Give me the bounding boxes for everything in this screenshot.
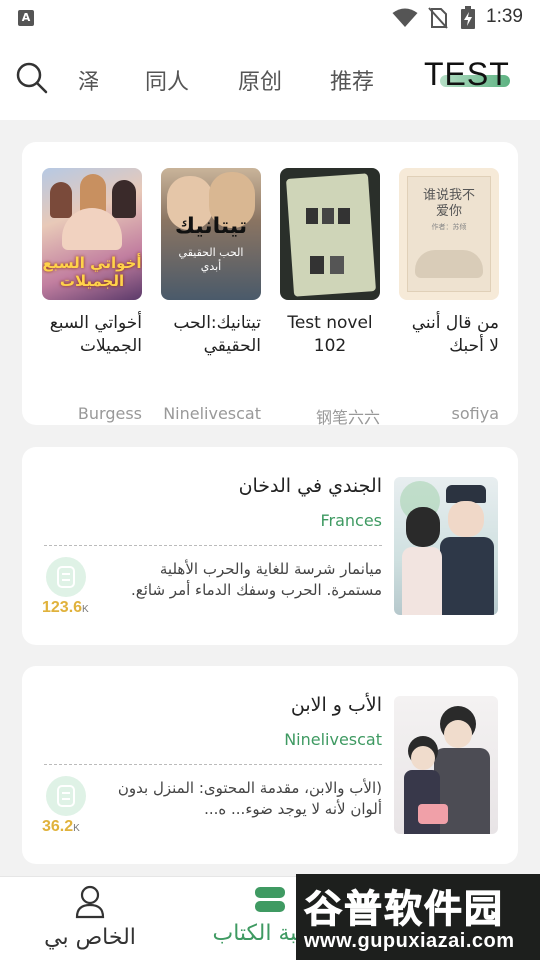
divider <box>44 545 382 546</box>
book-title: Test novel 102 <box>287 313 373 356</box>
status-bar: A 1:39 <box>0 0 540 36</box>
book-author: Frances <box>320 511 382 530</box>
cover-subtitle: 作者：苏倾 <box>431 223 467 231</box>
book-author: Ninelivescat <box>163 404 261 423</box>
book-cover <box>394 696 498 834</box>
profile-icon <box>75 885 105 919</box>
tab-fanfic[interactable]: 同人 <box>145 64 189 96</box>
book-stats-icon <box>46 776 86 816</box>
book-author: Burgess <box>77 404 142 423</box>
cover-subtitle: الحب الحقيقي أبدي <box>178 246 244 273</box>
book-item[interactable]: Test novel 102 钢笔六六 <box>280 168 380 427</box>
read-count: 123.6K <box>42 599 89 616</box>
clock: 1:39 <box>486 6 523 27</box>
bookshelf-icon <box>255 887 285 912</box>
cover-title: أخواتي السبع الجميلات <box>42 254 142 290</box>
book-author: sofiya <box>451 404 499 423</box>
book-item[interactable]: 谁说我不爱你 作者：苏倾 من قال أنني لا أحبك sofiya <box>399 168 499 423</box>
book-title: من قال أنني لا أحبك <box>411 313 499 356</box>
notification-a-icon: A <box>18 10 34 26</box>
watermark-url: www.gupuxiazai.com <box>304 930 515 952</box>
book-title: أخواتي السبع الجميلات <box>49 313 142 356</box>
nav-profile[interactable]: الخاص بي <box>40 885 140 950</box>
book-author: Ninelivescat <box>284 730 382 749</box>
read-count: 36.2K <box>42 818 80 835</box>
book-item[interactable]: أخواتي السبع الجميلات أخواتي السبع الجمي… <box>42 168 142 423</box>
nav-profile-label: الخاص بي <box>44 925 136 950</box>
top-tab-bar: 泽 同人 原创 推荐 TEST <box>0 36 540 120</box>
cover-title: 谁说我不爱你 <box>422 188 475 219</box>
no-sim-icon <box>428 7 448 29</box>
book-cover <box>280 168 380 300</box>
divider <box>44 764 382 765</box>
book-list-item[interactable]: الجندي في الدخان Frances ميانمار شرسة لل… <box>22 447 518 645</box>
site-watermark: 谷普软件园 www.gupuxiazai.com <box>296 874 540 960</box>
tab-partial[interactable]: 泽 <box>78 64 98 96</box>
book-cover: 谁说我不爱你 作者：苏倾 <box>399 168 499 300</box>
book-title: الأب و الابن <box>290 694 382 716</box>
book-title: الجندي في الدخان <box>238 475 382 497</box>
book-list-item[interactable]: الأب و الابن Ninelivescat (الأب والابن، … <box>22 666 518 864</box>
featured-books-card: أخواتي السبع الجميلات أخواتي السبع الجمي… <box>22 142 518 427</box>
battery-charging-icon <box>461 6 475 29</box>
tab-test[interactable]: TEST <box>424 56 510 93</box>
book-item[interactable]: تيتانيك الحب الحقيقي أبدي تيتانيك:الحب ا… <box>161 168 261 423</box>
watermark-logo-text: 谷普软件园 <box>303 887 505 932</box>
cover-title: تيتانيك <box>174 214 248 239</box>
book-cover: تيتانيك الحب الحقيقي أبدي <box>161 168 261 300</box>
book-cover <box>394 477 498 615</box>
search-icon[interactable] <box>14 60 50 96</box>
book-description: ميانمار شرسة للغاية والحرب الأهلية مستمر… <box>130 560 382 599</box>
book-title: تيتانيك:الحب الحقيقي <box>173 313 261 356</box>
book-cover: أخواتي السبع الجميلات <box>42 168 142 300</box>
book-author: 钢笔六六 <box>315 408 380 427</box>
wifi-icon <box>392 8 418 27</box>
book-stats-icon <box>46 557 86 597</box>
tab-recommended[interactable]: 推荐 <box>330 64 374 96</box>
book-description: (الأب والابن، مقدمة المحتوى: المنزل بدون… <box>117 779 382 818</box>
tab-original[interactable]: 原创 <box>238 64 282 96</box>
